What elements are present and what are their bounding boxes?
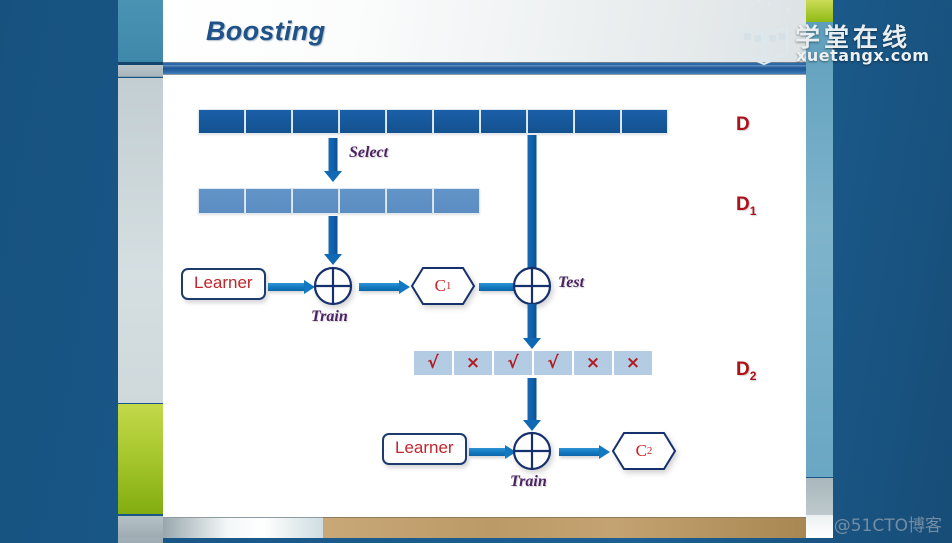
- bottom-strip-tan: [323, 517, 806, 538]
- bottom-strip-white: [806, 517, 833, 538]
- logo-text-en: xuetangx.com: [796, 46, 930, 65]
- arrow-d1-to-train: [324, 216, 342, 266]
- decor-block-gray-right: [806, 478, 833, 520]
- label-train-bottom: Train: [510, 473, 547, 490]
- dataset-d2-cell: ×: [453, 350, 493, 376]
- label-train-top: Train: [311, 308, 348, 325]
- arrow-test-to-d2: [523, 304, 541, 350]
- label-d2-sub: 2: [749, 368, 757, 383]
- dataset-d-cell: [339, 109, 386, 134]
- combine-node-train-top: [313, 266, 353, 306]
- learner-label-top: Learner: [194, 273, 253, 292]
- dataset-d1-cell: [198, 188, 245, 214]
- dataset-d-cell: [198, 109, 245, 134]
- dataset-d1-cell: [433, 188, 480, 214]
- dataset-d2-cell: ×: [613, 350, 653, 376]
- dataset-d1-bar: [198, 188, 480, 214]
- sparkle-icon: [742, 6, 745, 9]
- dataset-d2-cell: √: [413, 350, 453, 376]
- label-d2-base: D: [736, 359, 750, 380]
- decor-block-teal-left: [118, 0, 163, 62]
- c1-base: C: [434, 276, 446, 295]
- arrow-train-to-c1: [359, 280, 411, 294]
- dataset-d-cell: [386, 109, 433, 134]
- decor-block-gray-left-1: [118, 65, 163, 77]
- dataset-d1-cell: [245, 188, 292, 214]
- decor-block-teal-right: [806, 22, 833, 477]
- dataset-d2-bar: √ × √ √ × ×: [413, 350, 653, 376]
- bottom-strip: [118, 517, 833, 538]
- slide-content: Boosting D Select D1 Learner Train C 1 T…: [163, 0, 806, 517]
- arrow-learner-to-train-top: [268, 280, 316, 294]
- dataset-d-cell: [245, 109, 292, 134]
- dataset-d1-cell: [339, 188, 386, 214]
- arrow-d2-to-train-bottom: [523, 378, 541, 432]
- diagram-canvas: D Select D1 Learner Train C 1 Test √ × √…: [163, 76, 806, 517]
- bottom-strip-gray: [118, 517, 163, 538]
- label-dataset-d: D: [736, 114, 750, 135]
- sparkle-icon: [787, 8, 790, 11]
- label-d1-sub: 1: [749, 203, 757, 218]
- slide-viewer: Boosting D Select D1 Learner Train C 1 T…: [0, 0, 952, 543]
- dataset-d-cell: [527, 109, 574, 134]
- label-select: Select: [349, 144, 389, 161]
- page-title: Boosting: [206, 16, 326, 46]
- dataset-d-cell: [574, 109, 621, 134]
- c2-base: C: [635, 441, 647, 460]
- arrow-d-to-test: [523, 135, 541, 285]
- slide-header: Boosting: [163, 0, 806, 62]
- sparkle-icon: [768, 3, 771, 6]
- dataset-d-cell: [292, 109, 339, 134]
- decor-block-gray-left-2: [118, 78, 163, 403]
- classifier-c1[interactable]: C1: [410, 266, 476, 306]
- learner-box-top[interactable]: Learner: [181, 268, 266, 300]
- header-divider: [163, 62, 806, 75]
- dataset-d-cell: [621, 109, 668, 134]
- label-dataset-d2: D2: [736, 359, 756, 383]
- classifier-c1-label: C1: [410, 266, 476, 306]
- label-test: Test: [558, 274, 585, 291]
- dataset-d-cell: [433, 109, 480, 134]
- open-book-icon: [739, 26, 789, 66]
- dataset-d-bar: [198, 109, 668, 134]
- watermark-text: @51CTO博客: [833, 516, 942, 536]
- classifier-c2[interactable]: C2: [611, 431, 677, 471]
- bottom-strip-gradient: [163, 517, 323, 538]
- decor-block-green-left: [118, 404, 163, 514]
- learner-label-bottom: Learner: [395, 438, 454, 457]
- xuetangx-logo: 学堂在线 xuetangx.com: [735, 0, 929, 68]
- dataset-d1-cell: [292, 188, 339, 214]
- learner-box-bottom[interactable]: Learner: [382, 433, 467, 465]
- combine-node-train-bottom: [512, 431, 552, 471]
- label-dataset-d1: D1: [736, 194, 756, 218]
- arrow-learner-to-train-bottom: [469, 445, 517, 459]
- c2-sub: 2: [646, 445, 653, 457]
- combine-node-test: [512, 266, 552, 306]
- c1-sub: 1: [445, 280, 452, 292]
- label-d1-base: D: [736, 194, 750, 215]
- dataset-d2-cell: √: [493, 350, 533, 376]
- dataset-d1-cell: [386, 188, 433, 214]
- classifier-c2-label: C2: [611, 431, 677, 471]
- dataset-d-cell: [480, 109, 527, 134]
- dataset-d2-cell: √: [533, 350, 573, 376]
- dataset-d2-cell: ×: [573, 350, 613, 376]
- arrow-train-to-c2: [559, 445, 611, 459]
- arrow-select: [324, 138, 342, 182]
